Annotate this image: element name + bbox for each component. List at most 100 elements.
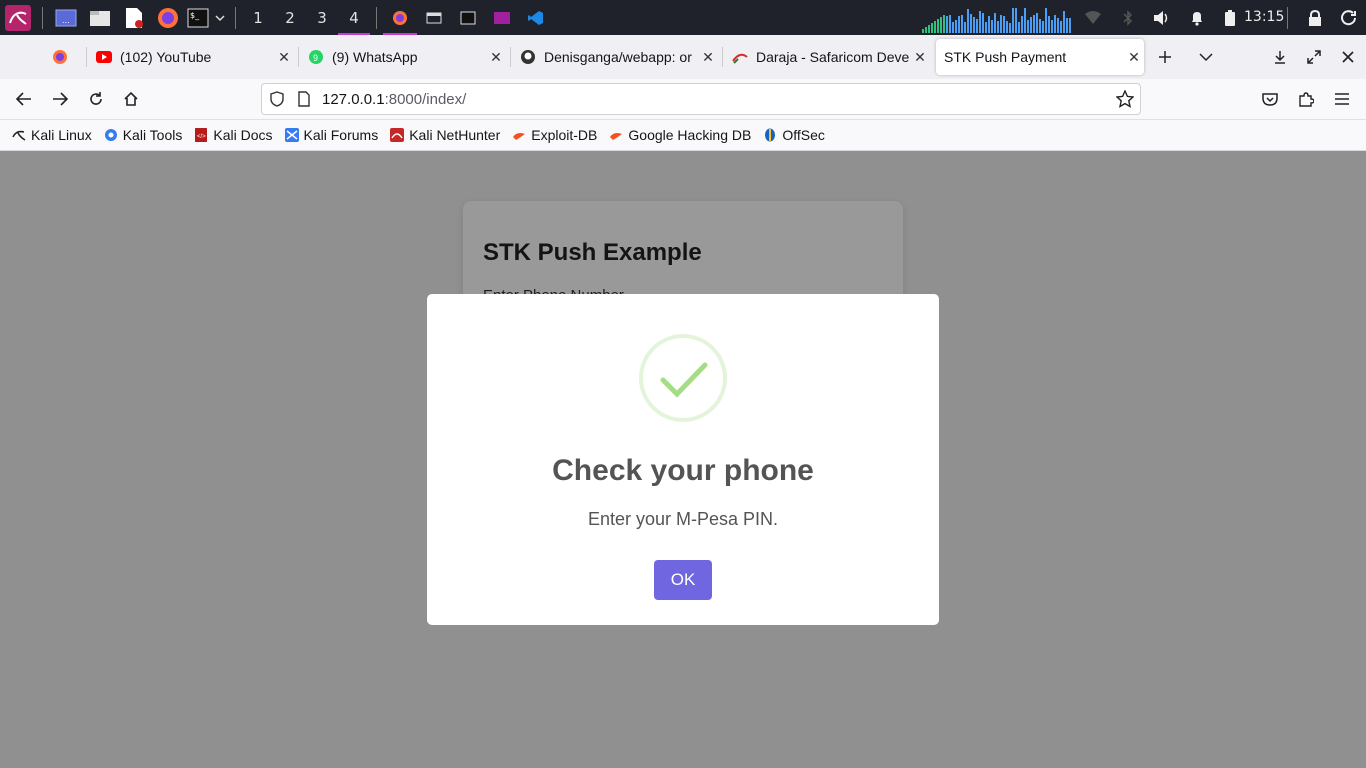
bookmark-label: Kali NetHunter <box>409 127 501 143</box>
tab-title: (9) WhatsApp <box>332 49 418 65</box>
lock-icon[interactable] <box>1305 0 1325 35</box>
network-graph-bar <box>1006 21 1008 33</box>
network-graph-bar <box>1000 15 1002 33</box>
network-graph-bar <box>1045 8 1047 33</box>
shield-icon[interactable] <box>270 91 284 107</box>
workspace-1[interactable]: 1 <box>242 0 274 35</box>
tab-stk-push-payment[interactable]: STK Push Payment ✕ <box>936 39 1144 75</box>
workspace-2[interactable]: 2 <box>274 0 306 35</box>
network-graph-bar <box>1036 13 1038 33</box>
network-graph-bar <box>949 15 951 33</box>
download-icon[interactable] <box>1266 43 1294 71</box>
window-list-icon[interactable] <box>417 0 451 35</box>
workspace-3[interactable]: 3 <box>306 0 338 35</box>
network-graph-bar <box>952 22 954 33</box>
tab-separator <box>86 47 87 67</box>
tab-youtube[interactable]: (102) YouTube ✕ <box>88 39 294 75</box>
workspace-4[interactable]: 4 <box>338 0 370 35</box>
wifi-icon[interactable] <box>1082 0 1104 35</box>
network-graph-bar <box>985 22 987 33</box>
network-graph-bar <box>925 27 927 33</box>
bookmark-google-hacking-db[interactable]: Google Hacking DB <box>609 127 751 143</box>
bookmark-kali-linux[interactable]: Kali Linux <box>12 127 92 143</box>
bookmark-exploit-db[interactable]: Exploit-DB <box>512 127 597 143</box>
battery-icon[interactable] <box>1221 0 1239 35</box>
clock[interactable]: 13:15 <box>1244 0 1284 35</box>
close-icon[interactable]: ✕ <box>1124 49 1144 66</box>
network-graph-bar <box>1024 8 1026 33</box>
bluetooth-icon[interactable] <box>1118 0 1138 35</box>
show-desktop-icon[interactable]: ... <box>49 0 83 35</box>
network-graph-bar <box>931 23 933 33</box>
firefox-window-icon[interactable] <box>383 0 417 35</box>
network-monitor-graph <box>922 6 1074 33</box>
new-tab-icon[interactable] <box>1151 43 1179 71</box>
address-bar[interactable]: 127.0.0.1:8000/index/ <box>261 83 1141 115</box>
network-graph-bar <box>967 9 969 33</box>
page-icon[interactable] <box>298 91 310 107</box>
network-graph-bar <box>961 15 963 33</box>
bookmark-kali-docs[interactable]: </> Kali Docs <box>194 127 273 143</box>
bookmark-offsec[interactable]: OffSec <box>763 127 825 143</box>
bookmark-label: OffSec <box>782 127 825 143</box>
maximize-icon[interactable] <box>1300 43 1328 71</box>
back-icon[interactable] <box>10 85 38 113</box>
tab-pinned-firefox[interactable] <box>40 39 80 75</box>
network-graph-bar <box>991 20 993 33</box>
kali-docs-icon: </> <box>195 128 208 142</box>
logout-icon[interactable] <box>1339 0 1359 35</box>
bookmark-kali-forums[interactable]: Kali Forums <box>284 127 378 143</box>
reload-icon[interactable] <box>82 85 110 113</box>
bookmark-star-icon[interactable] <box>1116 90 1134 108</box>
terminal-window-icon[interactable] <box>451 0 485 35</box>
notifications-icon[interactable] <box>1187 0 1207 35</box>
page-viewport: STK Push Example Enter Phone Number Chec… <box>0 151 1366 768</box>
text-editor-icon[interactable] <box>117 0 151 35</box>
bookmarks-toolbar: Kali Linux Kali Tools </> Kali Docs Kali… <box>0 120 1366 151</box>
tab-title: Denisganga/webapp: or <box>544 49 692 65</box>
bookmark-label: Kali Linux <box>31 127 92 143</box>
chevron-down-icon[interactable] <box>211 0 229 35</box>
tab-list-chevron-icon[interactable] <box>1192 43 1220 71</box>
url-path: :8000/index/ <box>384 90 467 108</box>
tab-whatsapp[interactable]: 9 (9) WhatsApp ✕ <box>300 39 506 75</box>
success-icon <box>639 334 727 422</box>
tab-separator <box>510 47 511 67</box>
close-icon[interactable]: ✕ <box>910 49 930 66</box>
network-graph-bar <box>1048 16 1050 33</box>
app-window-icon[interactable] <box>485 0 519 35</box>
network-graph-bar <box>1069 18 1071 33</box>
volume-icon[interactable] <box>1151 0 1173 35</box>
kali-menu-icon[interactable] <box>0 0 36 35</box>
network-graph-bar <box>976 19 978 33</box>
home-icon[interactable] <box>117 85 145 113</box>
alert-dialog: Check your phone Enter your M-Pesa PIN. … <box>427 294 939 625</box>
network-graph-bar <box>937 19 939 33</box>
network-graph-bar <box>1054 15 1056 33</box>
close-window-icon[interactable] <box>1334 43 1362 71</box>
bookmark-kali-tools[interactable]: Kali Tools <box>104 127 183 143</box>
network-graph-bar <box>1018 22 1020 33</box>
network-graph-bar <box>1063 11 1065 33</box>
terminal-launcher-icon[interactable]: $_ <box>185 0 211 35</box>
close-icon[interactable]: ✕ <box>274 49 294 66</box>
bookmark-label: Kali Tools <box>122 127 183 143</box>
ok-button[interactable]: OK <box>654 560 712 600</box>
forward-icon[interactable] <box>46 85 74 113</box>
tab-daraja[interactable]: Daraja - Safaricom Deve ✕ <box>724 39 930 75</box>
menu-icon[interactable] <box>1328 85 1356 113</box>
network-graph-bar <box>1051 20 1053 33</box>
dialog-title: Check your phone <box>552 454 814 487</box>
bookmark-kali-nethunter[interactable]: Kali NetHunter <box>390 127 500 143</box>
pocket-icon[interactable] <box>1256 85 1284 113</box>
firefox-launcher-icon[interactable] <box>151 0 185 35</box>
tab-separator <box>298 47 299 67</box>
tab-github[interactable]: Denisganga/webapp: or ✕ <box>512 39 718 75</box>
close-icon[interactable]: ✕ <box>698 49 718 66</box>
network-graph-bar <box>1060 21 1062 33</box>
close-icon[interactable]: ✕ <box>486 49 506 66</box>
exploit-db-icon <box>513 133 526 140</box>
extensions-icon[interactable] <box>1292 85 1320 113</box>
file-manager-icon[interactable] <box>83 0 117 35</box>
vscode-window-icon[interactable] <box>519 0 553 35</box>
